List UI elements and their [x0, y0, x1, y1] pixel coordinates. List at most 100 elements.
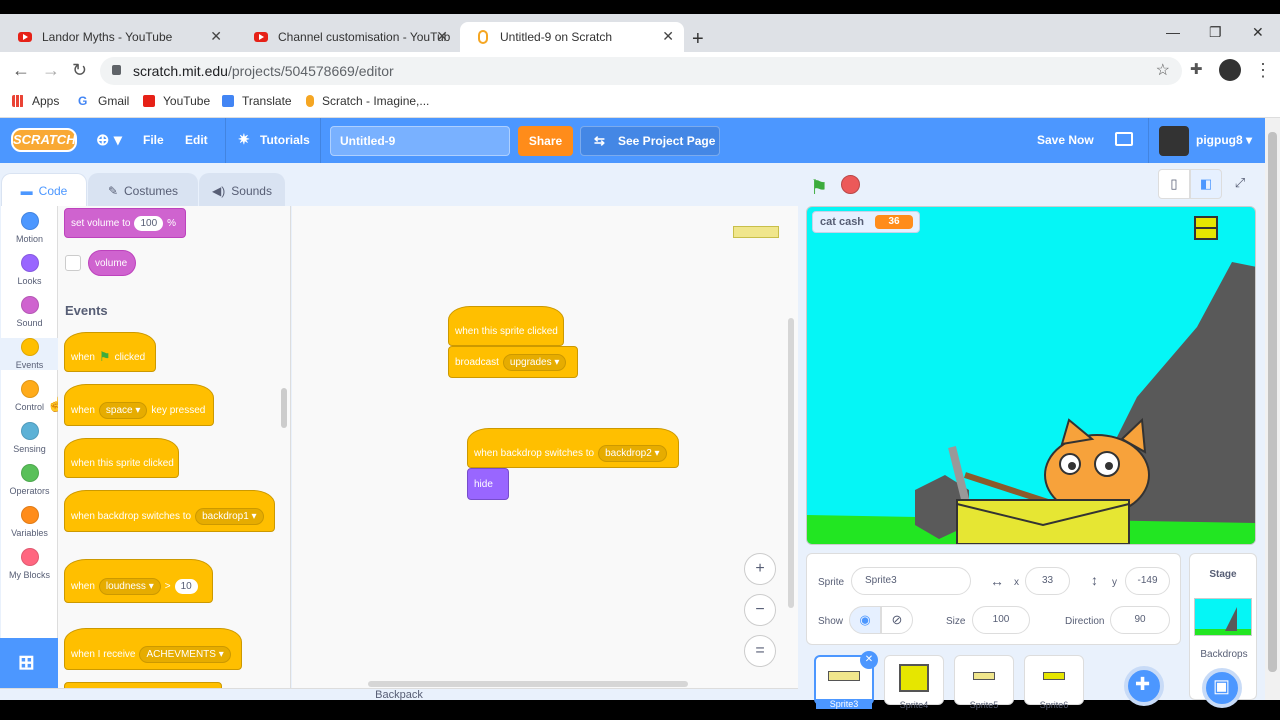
- new-tab-icon[interactable]: +: [692, 28, 704, 51]
- category-my-blocks[interactable]: My Blocks: [1, 548, 58, 580]
- close-tab-icon[interactable]: ✕: [662, 28, 674, 45]
- hide-eye-icon[interactable]: ⊘: [881, 606, 913, 634]
- username-menu[interactable]: pigpug8 ▾: [1196, 133, 1252, 147]
- tutorials-menu[interactable]: Tutorials: [260, 133, 310, 147]
- sprite-tile[interactable]: Sprite6: [1024, 655, 1084, 710]
- when-loudness-block[interactable]: when loudness > 10: [64, 559, 213, 603]
- when-flag-clicked-block[interactable]: when ⚑ clicked: [64, 332, 156, 372]
- loudness-input[interactable]: 10: [174, 578, 198, 594]
- user-avatar[interactable]: [1159, 126, 1189, 156]
- stop-icon[interactable]: [841, 175, 860, 194]
- sprite-tile-selected[interactable]: ✕ Sprite3: [814, 651, 878, 709]
- category-operators[interactable]: Operators: [1, 464, 58, 496]
- volume-reporter[interactable]: volume: [88, 250, 136, 276]
- script1-hat-block[interactable]: when this sprite clicked: [448, 306, 564, 346]
- edit-menu[interactable]: Edit: [185, 133, 208, 147]
- tab-code[interactable]: ▬ Code: [1, 173, 87, 207]
- close-tab-icon[interactable]: ✕: [436, 28, 448, 45]
- window-close-icon[interactable]: ✕: [1252, 24, 1264, 41]
- broadcast-dropdown[interactable]: upgrades: [502, 353, 567, 371]
- choose-sprite-button[interactable]: ✚: [1124, 666, 1164, 706]
- globe-language-icon[interactable]: ⊕ ▾: [96, 130, 122, 150]
- browser-tab-channel[interactable]: Channel customisation - YouTub ✕: [236, 22, 458, 52]
- file-menu[interactable]: File: [143, 133, 164, 147]
- category-events[interactable]: Events: [1, 338, 58, 370]
- loudness-dropdown[interactable]: loudness: [98, 577, 161, 595]
- browser-tab-youtube-myths[interactable]: Landor Myths - YouTube ✕: [0, 22, 232, 52]
- delete-sprite-icon[interactable]: ✕: [860, 651, 878, 669]
- backdrop-dropdown[interactable]: backdrop1: [195, 507, 264, 525]
- add-extension-button[interactable]: ⊞: [0, 638, 58, 688]
- page-scrollbar[interactable]: [1265, 118, 1280, 700]
- message-dropdown[interactable]: ACHEVMENTS: [139, 645, 231, 663]
- zoom-in-button[interactable]: +: [744, 553, 776, 585]
- workspace-hscrollbar[interactable]: [368, 681, 688, 687]
- volume-input[interactable]: 100: [134, 215, 164, 231]
- backpack-bar[interactable]: Backpack: [0, 688, 798, 700]
- back-icon[interactable]: ←: [12, 60, 30, 81]
- choose-backdrop-button[interactable]: ▣: [1202, 668, 1242, 708]
- close-tab-icon[interactable]: ✕: [210, 28, 222, 45]
- x-input[interactable]: 33: [1025, 567, 1070, 595]
- when-backdrop-switches-block[interactable]: when backdrop switches to backdrop1: [64, 490, 275, 532]
- show-visible-icon[interactable]: ◉: [849, 606, 881, 634]
- when-sprite-clicked-block[interactable]: when this sprite clicked: [64, 438, 179, 478]
- bookmark-youtube[interactable]: YouTube: [143, 94, 210, 108]
- scratch-logo[interactable]: SCRATCH: [11, 128, 77, 152]
- set-volume-block[interactable]: set volume to 100 %: [64, 208, 186, 238]
- zoom-out-button[interactable]: −: [744, 594, 776, 626]
- see-project-page-button[interactable]: ⇆ See Project Page: [580, 126, 720, 156]
- hide-block[interactable]: hide: [467, 468, 509, 500]
- extensions-icon[interactable]: ✚: [1190, 60, 1203, 78]
- my-stuff-folder-icon[interactable]: [1115, 132, 1133, 146]
- normal-stage-icon[interactable]: ◧: [1190, 169, 1222, 199]
- script2-hat-block[interactable]: when backdrop switches to backdrop2: [467, 428, 679, 468]
- share-button[interactable]: Share: [518, 126, 573, 156]
- fullscreen-icon[interactable]: ⤢: [1224, 169, 1256, 199]
- stage-canvas[interactable]: cat cash 36: [806, 206, 1256, 545]
- scrollbar-thumb[interactable]: [1268, 132, 1277, 672]
- category-motion[interactable]: Motion: [1, 212, 58, 244]
- volume-checkbox[interactable]: [65, 255, 81, 271]
- stage-selector-panel[interactable]: Stage Backdrops ▣: [1189, 553, 1257, 708]
- tab-costumes[interactable]: ✎ Costumes: [88, 173, 198, 207]
- minimize-icon[interactable]: —: [1166, 24, 1180, 40]
- forward-icon[interactable]: →: [42, 60, 60, 81]
- sprite-name-input[interactable]: Sprite3: [851, 567, 971, 595]
- bookmark-translate[interactable]: Translate: [222, 94, 292, 108]
- small-stage-icon[interactable]: ▯: [1158, 169, 1190, 199]
- profile-avatar[interactable]: [1219, 59, 1241, 81]
- star-icon[interactable]: ☆: [1156, 57, 1170, 85]
- y-input[interactable]: -149: [1125, 567, 1170, 595]
- bookmark-gmail[interactable]: G Gmail: [78, 94, 129, 108]
- project-title-input[interactable]: Untitled-9: [330, 126, 510, 156]
- direction-input[interactable]: 90: [1110, 606, 1170, 634]
- category-looks[interactable]: Looks: [1, 254, 58, 286]
- green-flag-icon[interactable]: ⚑: [810, 175, 828, 200]
- backdrop-dropdown[interactable]: backdrop2: [598, 444, 667, 462]
- url-field[interactable]: scratch.mit.edu/projects/504578669/edito…: [100, 57, 1182, 85]
- workspace-vscrollbar[interactable]: [788, 318, 794, 608]
- category-sound[interactable]: Sound: [1, 296, 58, 328]
- menu-dots-icon[interactable]: ⋮: [1254, 60, 1272, 81]
- script-workspace[interactable]: when this sprite clicked broadcast upgra…: [292, 206, 798, 688]
- when-i-receive-block[interactable]: when I receive ACHEVMENTS: [64, 628, 242, 670]
- tab-sounds[interactable]: ◀) Sounds: [199, 173, 285, 207]
- bookmark-apps[interactable]: Apps: [12, 94, 59, 108]
- reload-icon[interactable]: ↻: [72, 60, 87, 81]
- sprite-tile[interactable]: Sprite5: [954, 655, 1014, 710]
- bookmark-scratch[interactable]: Scratch - Imagine,...: [306, 94, 429, 108]
- when-key-pressed-block[interactable]: when space key pressed: [64, 384, 214, 426]
- save-now-button[interactable]: Save Now: [1037, 133, 1094, 147]
- category-sensing[interactable]: Sensing: [1, 422, 58, 454]
- palette-scrollbar[interactable]: [281, 388, 287, 428]
- sprite-tile[interactable]: Sprite4: [884, 655, 944, 710]
- broadcast-block[interactable]: broadcast upgrades: [448, 346, 578, 378]
- category-variables[interactable]: Variables: [1, 506, 58, 538]
- zoom-reset-button[interactable]: =: [744, 635, 776, 667]
- stage-scene: [807, 216, 1255, 544]
- browser-tab-scratch[interactable]: Untitled-9 on Scratch ✕: [460, 22, 684, 52]
- restore-icon[interactable]: ❐: [1209, 24, 1222, 41]
- size-input[interactable]: 100: [972, 606, 1030, 634]
- key-dropdown[interactable]: space: [98, 401, 148, 419]
